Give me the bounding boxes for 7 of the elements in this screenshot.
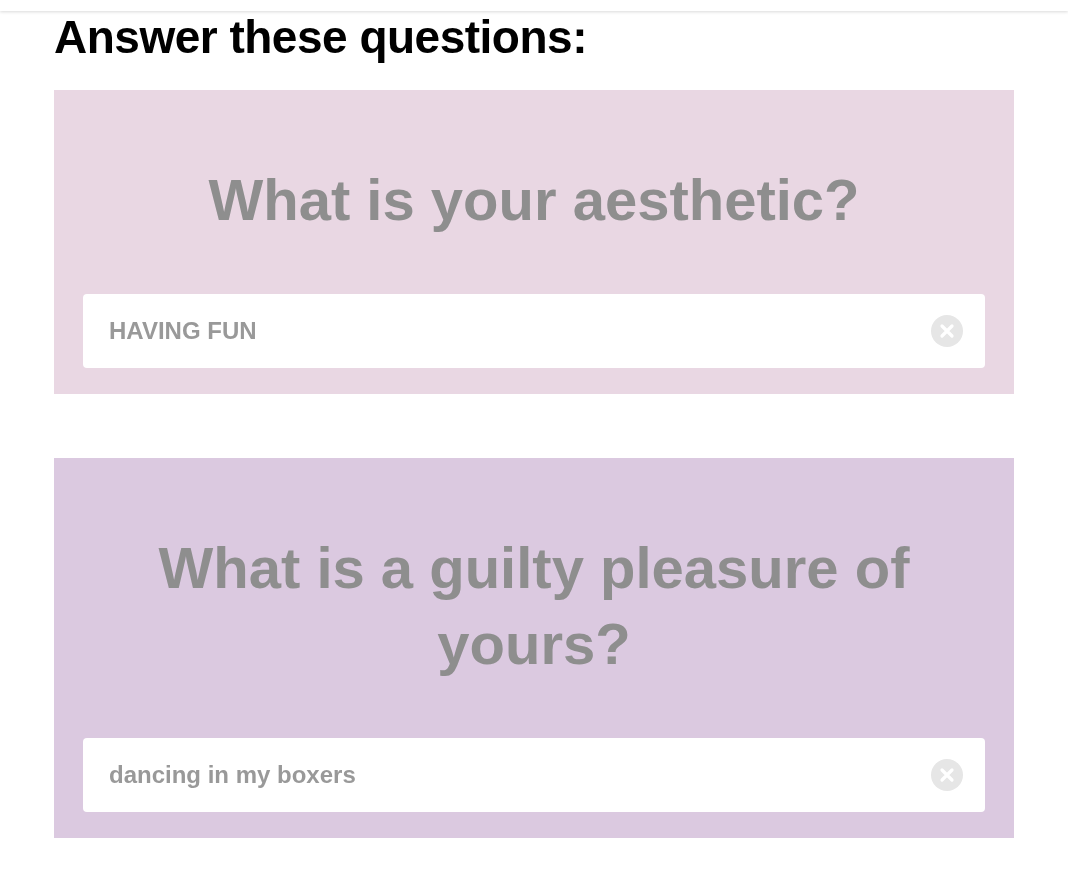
answer-field[interactable]: HAVING FUN	[83, 294, 985, 368]
question-title: What is your aesthetic?	[207, 166, 861, 234]
clear-icon[interactable]	[931, 315, 963, 347]
page-heading: Answer these questions:	[54, 11, 587, 63]
question-title: What is a guilty pleasure of yours?	[157, 534, 911, 678]
clear-icon[interactable]	[931, 759, 963, 791]
answer-field[interactable]: dancing in my boxers	[83, 738, 985, 812]
